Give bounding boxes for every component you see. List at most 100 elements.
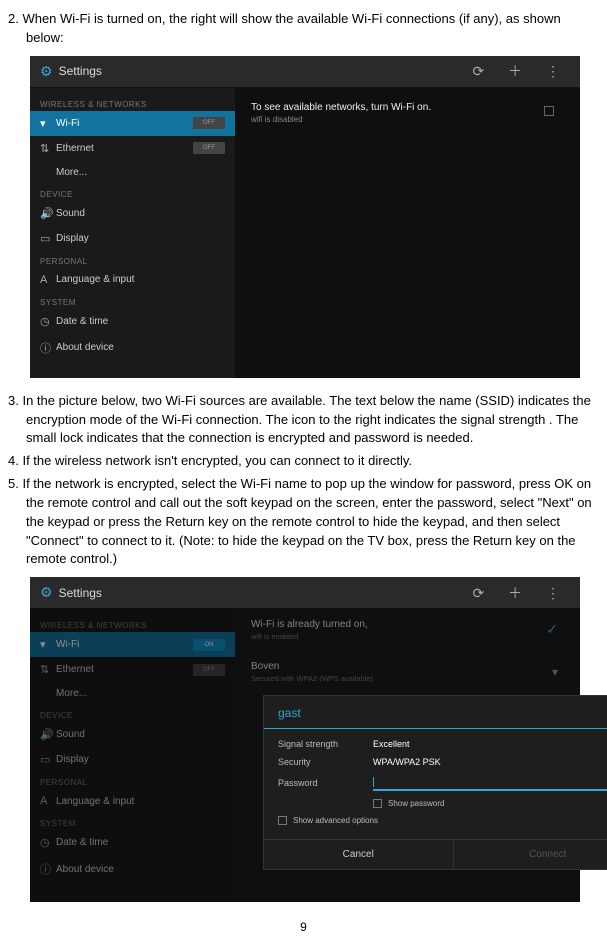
category-personal: PERSONAL xyxy=(30,772,235,789)
wifi-on-title: Wi-Fi is already turned on, xyxy=(251,619,564,630)
settings-sidebar: WIRELESS & NETWORKS ▾ Wi-Fi ON ⇅ Etherne… xyxy=(30,609,235,902)
info-icon: ⓘ xyxy=(40,861,56,877)
checkbox-icon xyxy=(278,816,287,825)
sound-icon: 🔊 xyxy=(40,728,56,741)
settings-detail-pane: Wi-Fi is already turned on, wifi is enab… xyxy=(235,609,580,902)
dialog-title: gast xyxy=(264,696,607,729)
android-header: ⚙ Settings ⟳ ＋ ⋮ xyxy=(30,577,580,609)
sound-label: Sound xyxy=(56,729,225,740)
header-title: Settings xyxy=(59,64,473,78)
wifi-icon: ▾ xyxy=(40,638,56,651)
checkbox-placeholder[interactable] xyxy=(544,106,554,116)
header-action-icons[interactable]: ⟳ ＋ ⋮ xyxy=(472,583,570,603)
ethernet-label: Ethernet xyxy=(56,664,193,675)
signal-strength-value: Excellent xyxy=(373,739,607,749)
sidebar-item-display[interactable]: ▭ Display xyxy=(30,226,235,251)
sidebar-item-about[interactable]: ⓘ About device xyxy=(30,855,235,883)
sidebar-item-wifi[interactable]: ▾ Wi-Fi OFF xyxy=(30,111,235,136)
category-device: DEVICE xyxy=(30,184,235,201)
sidebar-item-language[interactable]: A Language & input xyxy=(30,268,235,292)
sidebar-item-more[interactable]: More... xyxy=(30,161,235,184)
sidebar-item-more[interactable]: More... xyxy=(30,682,235,705)
wifi-label: Wi-Fi xyxy=(56,639,193,650)
sidebar-item-about[interactable]: ⓘ About device xyxy=(30,334,235,362)
sound-icon: 🔊 xyxy=(40,207,56,220)
network-security-sub: Secured with WPA2 (WPS available) xyxy=(251,674,564,683)
connect-button[interactable]: Connect xyxy=(454,840,607,869)
sidebar-item-sound[interactable]: 🔊 Sound xyxy=(30,722,235,747)
category-system: SYSTEM xyxy=(30,813,235,830)
datetime-label: Date & time xyxy=(56,316,225,327)
sidebar-item-language[interactable]: A Language & input xyxy=(30,789,235,813)
page-number: 9 xyxy=(8,920,599,934)
header-action-icons[interactable]: ⟳ ＋ ⋮ xyxy=(472,61,570,81)
step-5-text: 5. If the network is encrypted, select t… xyxy=(26,475,599,569)
language-icon: A xyxy=(40,795,56,807)
wifi-network-item[interactable]: Boven Secured with WPA2 (WPS available) … xyxy=(235,651,580,693)
more-label: More... xyxy=(56,688,225,699)
password-input[interactable] xyxy=(373,775,607,791)
language-label: Language & input xyxy=(56,274,225,285)
show-password-option[interactable]: Show password xyxy=(373,799,607,808)
clock-icon: ◷ xyxy=(40,315,56,328)
category-personal: PERSONAL xyxy=(30,251,235,268)
android-header: ⚙ Settings ⟳ ＋ ⋮ xyxy=(30,56,580,88)
wifi-icon: ▾ xyxy=(40,117,56,130)
sidebar-item-wifi[interactable]: ▾ Wi-Fi ON xyxy=(30,632,235,657)
check-icon: ✓ xyxy=(546,621,558,638)
ethernet-toggle[interactable]: OFF xyxy=(193,664,225,676)
display-icon: ▭ xyxy=(40,753,56,766)
ethernet-icon: ⇅ xyxy=(40,663,56,676)
category-wireless: WIRELESS & NETWORKS xyxy=(30,94,235,111)
step-4-text: 4. If the wireless network isn't encrypt… xyxy=(26,452,599,471)
ethernet-toggle[interactable]: OFF xyxy=(193,142,225,154)
language-icon: A xyxy=(40,274,56,286)
about-label: About device xyxy=(56,864,225,875)
clock-icon: ◷ xyxy=(40,836,56,849)
sidebar-item-ethernet[interactable]: ⇅ Ethernet OFF xyxy=(30,657,235,682)
category-wireless: WIRELESS & NETWORKS xyxy=(30,615,235,632)
language-label: Language & input xyxy=(56,796,225,807)
category-device: DEVICE xyxy=(30,705,235,722)
step-3-text: 3. In the picture below, two Wi-Fi sourc… xyxy=(26,392,599,449)
display-label: Display xyxy=(56,233,225,244)
sidebar-item-display[interactable]: ▭ Display xyxy=(30,747,235,772)
show-advanced-option[interactable]: Show advanced options xyxy=(278,816,607,825)
category-system: SYSTEM xyxy=(30,292,235,309)
settings-icon: ⚙ xyxy=(40,584,53,601)
sidebar-item-sound[interactable]: 🔊 Sound xyxy=(30,201,235,226)
info-icon: ⓘ xyxy=(40,340,56,356)
network-ssid: Boven xyxy=(251,661,564,672)
security-label: Security xyxy=(278,757,373,767)
ethernet-label: Ethernet xyxy=(56,143,193,154)
display-icon: ▭ xyxy=(40,232,56,245)
settings-detail-pane: To see available networks, turn Wi-Fi on… xyxy=(235,88,580,378)
wifi-on-sub: wifi is enabled xyxy=(251,632,564,641)
settings-sidebar: WIRELESS & NETWORKS ▾ Wi-Fi OFF ⇅ Ethern… xyxy=(30,88,235,378)
header-title: Settings xyxy=(59,586,473,600)
wifi-status-item: Wi-Fi is already turned on, wifi is enab… xyxy=(235,609,580,651)
checkbox-icon xyxy=(373,799,382,808)
sidebar-item-datetime[interactable]: ◷ Date & time xyxy=(30,309,235,334)
display-label: Display xyxy=(56,754,225,765)
show-password-label: Show password xyxy=(388,799,444,808)
wifi-connect-dialog: gast Signal strength Excellent Security … xyxy=(263,695,607,870)
wifi-toggle[interactable]: ON xyxy=(193,639,225,651)
datetime-label: Date & time xyxy=(56,837,225,848)
cancel-button[interactable]: Cancel xyxy=(264,840,454,869)
wifi-off-message: To see available networks, turn Wi-Fi on… xyxy=(235,88,580,138)
wifi-off-sub: wifi is disabled xyxy=(251,115,564,124)
screenshot-settings-wifi-dialog: ⚙ Settings ⟳ ＋ ⋮ WIRELESS & NETWORKS ▾ W… xyxy=(30,577,580,902)
security-value: WPA/WPA2 PSK xyxy=(373,757,607,767)
sidebar-item-datetime[interactable]: ◷ Date & time xyxy=(30,830,235,855)
wifi-off-title: To see available networks, turn Wi-Fi on… xyxy=(251,102,564,113)
show-advanced-label: Show advanced options xyxy=(293,816,378,825)
more-label: More... xyxy=(56,167,225,178)
ethernet-icon: ⇅ xyxy=(40,142,56,155)
settings-icon: ⚙ xyxy=(40,63,53,80)
password-label: Password xyxy=(278,778,373,788)
sidebar-item-ethernet[interactable]: ⇅ Ethernet OFF xyxy=(30,136,235,161)
about-label: About device xyxy=(56,342,225,353)
wifi-toggle[interactable]: OFF xyxy=(193,117,225,129)
screenshot-settings-wifi-off: ⚙ Settings ⟳ ＋ ⋮ WIRELESS & NETWORKS ▾ W… xyxy=(30,56,580,378)
